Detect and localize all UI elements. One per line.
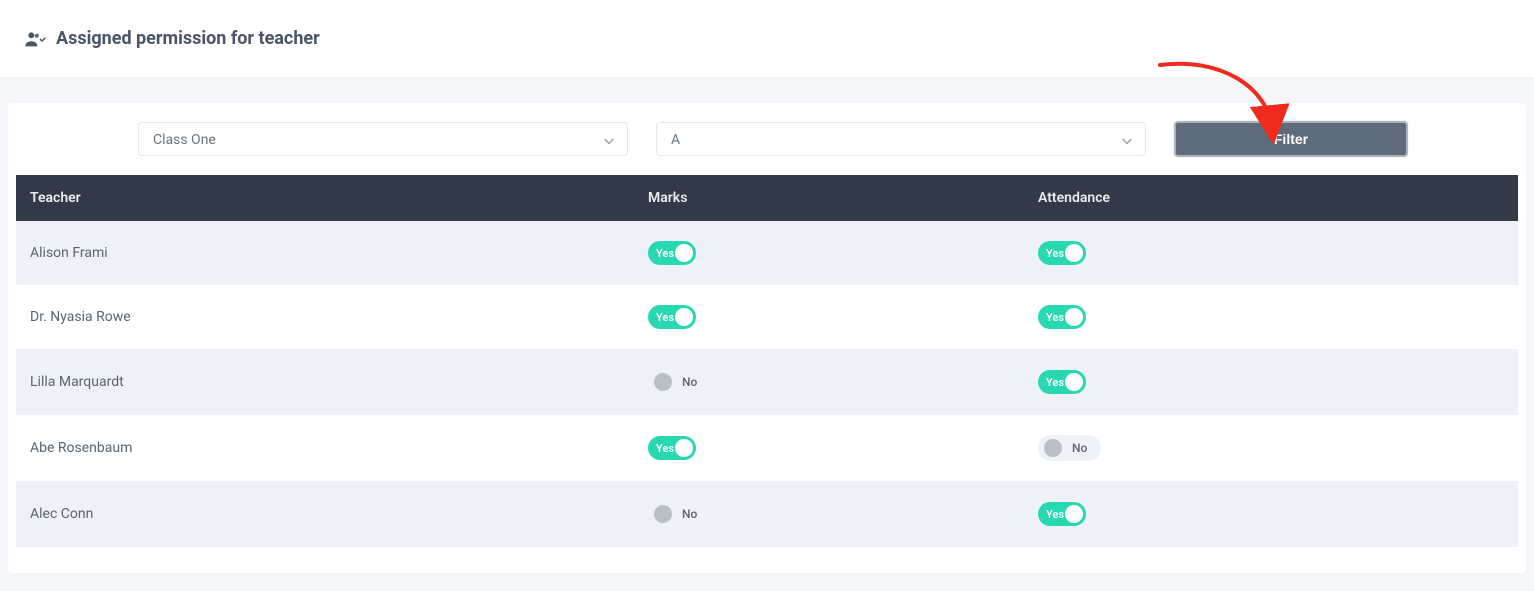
class-select-value: Class One [138,122,628,156]
toggle-on-label: Yes [656,442,674,455]
attendance-cell: Yes [1038,502,1504,526]
toggle-off-label: No [682,375,697,389]
page-title: Assigned permission for teacher [56,28,320,49]
toggle-off-label: No [1072,441,1087,455]
people-check-icon [24,30,46,48]
filter-button[interactable]: Filter [1174,121,1408,157]
page-header: Assigned permission for teacher [0,0,1534,77]
toggle-knob [1065,373,1083,391]
permissions-card: Class One A Filter Teacher Marks Attenda… [8,103,1526,573]
teacher-name: Abe Rosenbaum [30,440,648,456]
teacher-name: Alison Frami [30,245,648,261]
column-header-teacher: Teacher [30,190,648,206]
permissions-table: Teacher Marks Attendance Alison Frami Yes… [16,175,1518,547]
toggle-on-label: Yes [1046,376,1064,389]
attendance-toggle[interactable]: Yes [1038,305,1086,329]
filter-row: Class One A Filter [8,121,1526,175]
table-row: Abe Rosenbaum Yes No [16,415,1518,481]
marks-cell: Yes [648,241,1038,265]
marks-cell: Yes [648,305,1038,329]
table-row: Alison Frami Yes Yes [16,221,1518,285]
attendance-cell: Yes [1038,370,1504,394]
table-row: Dr. Nyasia Rowe Yes Yes [16,285,1518,349]
toggle-knob [1065,244,1083,262]
attendance-toggle[interactable]: Yes [1038,502,1086,526]
column-header-marks: Marks [648,190,1038,206]
marks-toggle[interactable]: Yes [648,241,696,265]
toggle-knob [1044,439,1062,457]
teacher-name: Dr. Nyasia Rowe [30,309,648,325]
toggle-knob [654,505,672,523]
teacher-name: Lilla Marquardt [30,374,648,390]
class-select[interactable]: Class One [138,122,628,156]
marks-cell: No [648,369,1038,395]
marks-toggle[interactable]: Yes [648,436,696,460]
table-row: Alec Conn No Yes [16,481,1518,547]
toggle-off-label: No [682,507,697,521]
attendance-cell: Yes [1038,241,1504,265]
attendance-toggle[interactable]: No [1038,435,1101,461]
toggle-knob [675,244,693,262]
attendance-cell: Yes [1038,305,1504,329]
toggle-on-label: Yes [656,311,674,324]
section-select[interactable]: A [656,122,1146,156]
toggle-on-label: Yes [656,247,674,260]
column-header-attendance: Attendance [1038,190,1504,206]
toggle-knob [1065,308,1083,326]
table-row: Lilla Marquardt No Yes [16,349,1518,415]
toggle-on-label: Yes [1046,311,1064,324]
toggle-knob [675,308,693,326]
table-body: Alison FramiYesYesDr. Nyasia RoweYesYesL… [16,221,1518,547]
table-header: Teacher Marks Attendance [16,175,1518,221]
attendance-toggle[interactable]: Yes [1038,370,1086,394]
attendance-toggle[interactable]: Yes [1038,241,1086,265]
content-area: Class One A Filter Teacher Marks Attenda… [0,77,1534,573]
teacher-name: Alec Conn [30,506,648,522]
attendance-cell: No [1038,435,1504,461]
marks-cell: No [648,501,1038,527]
marks-cell: Yes [648,436,1038,460]
toggle-on-label: Yes [1046,247,1064,260]
toggle-knob [675,439,693,457]
marks-toggle[interactable]: No [648,501,711,527]
marks-toggle[interactable]: Yes [648,305,696,329]
toggle-knob [1065,505,1083,523]
toggle-knob [654,373,672,391]
toggle-on-label: Yes [1046,508,1064,521]
marks-toggle[interactable]: No [648,369,711,395]
section-select-value: A [656,122,1146,156]
